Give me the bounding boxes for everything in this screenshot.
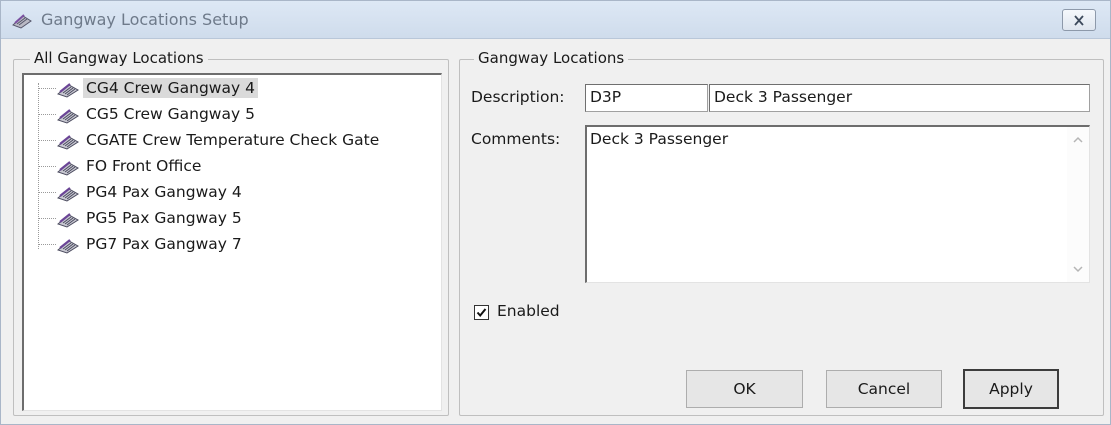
tree-item-label: CG4 Crew Gangway 4 xyxy=(83,78,258,98)
tree-connector xyxy=(38,113,56,115)
tree-connector xyxy=(38,217,56,219)
gangway-setup-window: Gangway Locations Setup All Gangway Loca… xyxy=(0,0,1111,425)
gangway-icon xyxy=(56,187,79,202)
tree-item-label: PG5 Pax Gangway 5 xyxy=(86,209,242,227)
gangway-icon xyxy=(56,109,79,124)
gangway-icon xyxy=(12,14,32,29)
locations-tree[interactable]: CG4 Crew Gangway 4 CG5 Crew Gangway 5 CGAT… xyxy=(22,73,442,411)
description-text-input[interactable]: Deck 3 Passenger xyxy=(709,84,1090,112)
tree-item-cg5[interactable]: CG5 Crew Gangway 5 xyxy=(38,102,258,126)
gangway-icon xyxy=(56,135,79,150)
gangway-icon xyxy=(56,213,79,228)
location-details-group: Gangway Locations Description: D3P Deck … xyxy=(459,49,1104,416)
tree-connector xyxy=(38,191,56,193)
tree-item-cgate[interactable]: CGATE Crew Temperature Check Gate xyxy=(38,128,382,152)
comments-textarea[interactable]: Deck 3 Passenger xyxy=(585,125,1090,283)
apply-button[interactable]: Apply xyxy=(963,369,1059,409)
tree-item-label: PG4 Pax Gangway 4 xyxy=(86,183,242,201)
ok-button[interactable]: OK xyxy=(686,370,803,408)
tree-item-label: CGATE Crew Temperature Check Gate xyxy=(86,131,380,149)
tree-item-label: CG5 Crew Gangway 5 xyxy=(86,105,255,123)
enabled-label[interactable]: Enabled xyxy=(497,302,560,320)
tree-connector xyxy=(38,165,56,167)
checkmark-icon xyxy=(476,308,487,318)
gangway-icon xyxy=(56,83,79,98)
tree-connector xyxy=(38,87,56,89)
scroll-up-icon[interactable] xyxy=(1072,135,1084,145)
location-details-group-label: Gangway Locations xyxy=(474,49,629,67)
tree-item-pg5[interactable]: PG5 Pax Gangway 5 xyxy=(38,206,245,230)
all-locations-group: All Gangway Locations CG4 Crew Gangway 4… xyxy=(13,49,449,416)
comments-scrollbar[interactable] xyxy=(1067,127,1089,282)
gangway-icon xyxy=(56,161,79,176)
tree-item-label: PG7 Pax Gangway 7 xyxy=(86,235,242,253)
tree-connector xyxy=(38,139,56,141)
scroll-down-icon[interactable] xyxy=(1072,264,1084,274)
tree-item-pg7[interactable]: PG7 Pax Gangway 7 xyxy=(38,232,245,256)
description-code-input[interactable]: D3P xyxy=(585,84,708,112)
tree-item-pg4[interactable]: PG4 Pax Gangway 4 xyxy=(38,180,245,204)
tree-item-label: FO Front Office xyxy=(86,157,202,175)
window-title: Gangway Locations Setup xyxy=(41,10,249,29)
comments-text: Deck 3 Passenger xyxy=(590,130,729,148)
close-icon xyxy=(1074,14,1084,26)
close-button[interactable] xyxy=(1062,9,1096,31)
tree-item-fo[interactable]: FO Front Office xyxy=(38,154,204,178)
tree-item-cg4[interactable]: CG4 Crew Gangway 4 xyxy=(38,76,258,100)
title-bar[interactable]: Gangway Locations Setup xyxy=(1,1,1110,39)
description-label: Description: xyxy=(471,88,565,106)
comments-label: Comments: xyxy=(471,130,561,148)
all-locations-group-label: All Gangway Locations xyxy=(30,49,208,67)
enabled-checkbox[interactable] xyxy=(474,305,489,320)
tree-connector xyxy=(38,243,56,245)
gangway-icon xyxy=(56,239,79,254)
cancel-button[interactable]: Cancel xyxy=(826,370,942,408)
